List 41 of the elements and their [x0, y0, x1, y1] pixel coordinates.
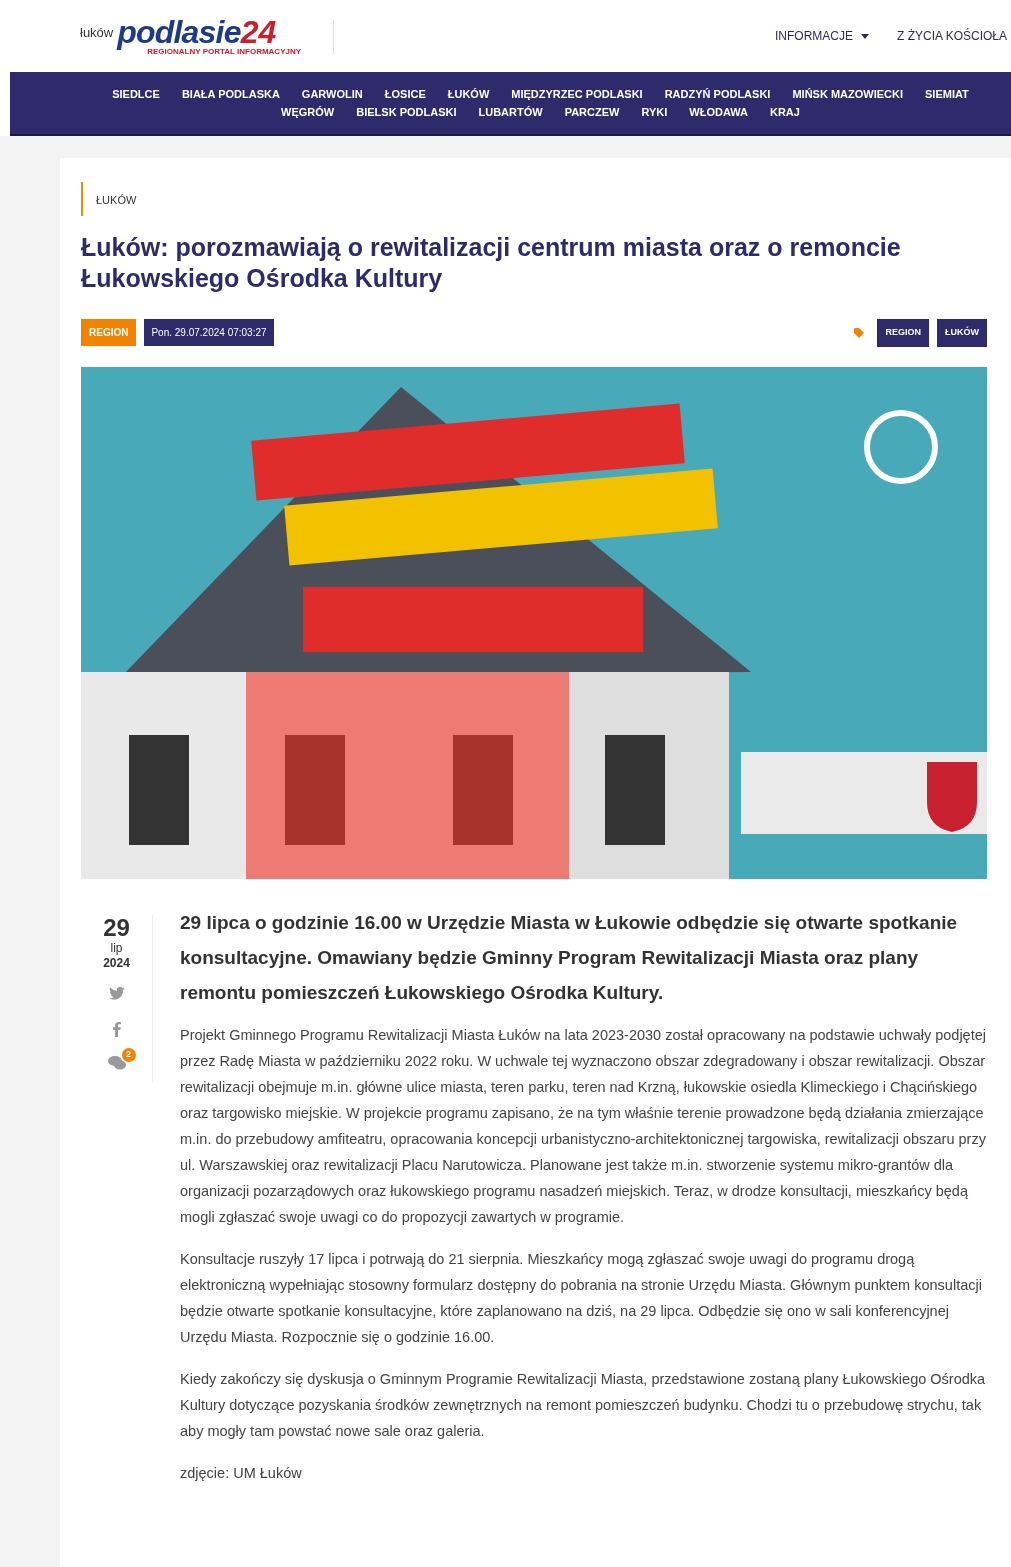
region-link[interactable]: MIĘDZYRZEC PODLASKI [511, 85, 643, 102]
region-link[interactable]: BIAŁA PODLASKA [181, 85, 280, 102]
region-link[interactable]: GARWOLIN [301, 85, 363, 102]
twitter-icon[interactable] [108, 986, 125, 1000]
comments-icon[interactable] [106, 1054, 127, 1070]
logo-tagline: REGIONALNY PORTAL INFORMACYJNY [147, 48, 302, 56]
region-link[interactable]: BIELSK PODLASKI [356, 104, 457, 121]
region-link[interactable]: MIŃSK MAZOWIECKI [792, 85, 903, 102]
region-link[interactable]: SIEMIAT [925, 85, 969, 102]
article-paragraph: Konsultacje ruszyły 17 lipca i potrwają do 21 sierpnia. Mieszkańcy mogą zgłaszać swoje uwagi do programu drogą elektroniczną wypełniając stosowny formularz dostępny do pobrania na stronie Urzędu Miasta. Głównym punktem konsultacji będzie otwarte spotkanie konsultacyjne, które zaplanowano na dziś, na 29 lipca. Odbędzie się ono w sali konferencyjnej Urzędu Miasta. Rozpocznie się o godzinie 16.00. [180, 1249, 983, 1347]
logo-prefix: łuków [80, 23, 114, 42]
article-paragraph: Kiedy zakończy się dyskusja o Gminnym Programie Rewitalizacji Miasta, przedstawione zostaną plany Łukowskiego Ośrodka Kultury dotyczące pozyskania środków zewnętrznych na remont pomieszczeń budynku. Chodzi tu o przebudowę strychu, tak aby mogły tam powstać nowe sale oraz galeria. [180, 1369, 987, 1441]
article-paragraph: zdjęcie: UM Łuków [180, 1463, 303, 1483]
region-link[interactable]: SIEDLCE [112, 85, 160, 102]
region-link[interactable]: KRAJ [769, 104, 800, 121]
menu-link[interactable]: Z ŻYCIA KOŚCIOŁA [896, 27, 1007, 45]
tag-badge[interactable]: REGION [877, 319, 929, 347]
region-link[interactable]: WŁODAWA [689, 104, 748, 121]
date-year: 2024 [103, 955, 130, 971]
region-link[interactable]: PARCZEW [564, 104, 620, 121]
region-link[interactable]: ŁUKÓW [447, 85, 490, 102]
article-lead: 29 lipca o godzinie 16.00 w Urzędzie Miasta w Łukowie odbędzie się otwarte spotkanie konsultacyjne. Omawiany będzie Gminny Program Rewitalizacji Miasta oraz plany remontu pomieszczeń Łukowskiego Ośrodka Kultury. [180, 910, 959, 1005]
caret-icon [860, 33, 869, 39]
breadcrumb[interactable]: ŁUKÓW [96, 194, 137, 206]
region-link[interactable]: LUBARTÓW [478, 104, 543, 121]
region-link[interactable]: WĘGRÓW [281, 104, 335, 121]
region-link[interactable]: ŁOSICE [384, 85, 426, 102]
comment-count-badge: 2 [121, 1047, 136, 1062]
region-link[interactable]: RADZYŃ PODLASKI [664, 85, 771, 102]
date-month: lip [110, 940, 123, 955]
date-badge: Pon. 29.07.2024 07:03:27 [144, 319, 274, 347]
logo-number[interactable]: 24 [240, 16, 277, 48]
article-title: Łuków: porozmawiają o rewitalizacji centrum miasta oraz o remoncie Łukowskiego Ośrodka Kultury [81, 232, 902, 294]
menu-link[interactable]: INFORMACJE [774, 27, 869, 45]
logo-wordmark[interactable]: podlasie [117, 16, 241, 48]
date-day: 29 [103, 914, 130, 941]
region-link[interactable]: RYKI [641, 104, 668, 121]
tag-badge[interactable]: ŁUKÓW [937, 319, 987, 347]
tag-icon [854, 327, 867, 338]
article-paragraph: Projekt Gminnego Programu Rewitalizacji Miasta Łuków na lata 2023-2030 został opracowany na podstawie uchwały podjętej przez Radę Miasta w październiku 2022 roku. W uchwale tej wyznaczono obszar zdegradowany i obszar rewitalizacji. Obszar rewitalizacji obejmuje m.in. główne ulice miasta, teren parku, teren nad Krzną, łukowskie osiedla Klimeckiego i Chącińskiego oraz targowisko miejskie. W projekcie programu zapisano, że na tym właśnie terenie prowadzone będą działania zmierzające m.in. do przebudowy amfiteatru, opracowania koncepcji urbanistyczno-architektonicznej targowiska, rewitalizacji obszaru przy ul. Warszawskiej oraz rewitalizacji Placu Narutowicza. Planowane jest także m.in. stworzenie systemu mikro-grantów dla organizacji pozarządowych oraz łukowskiego programu nasadzeń miejskich. Teraz, w drodze konsultacji, mieszkańcy będą mogli zgłaszać swoje uwagi co do propozycji zawartych w programie. [180, 1025, 987, 1227]
facebook-icon[interactable] [112, 1021, 121, 1037]
